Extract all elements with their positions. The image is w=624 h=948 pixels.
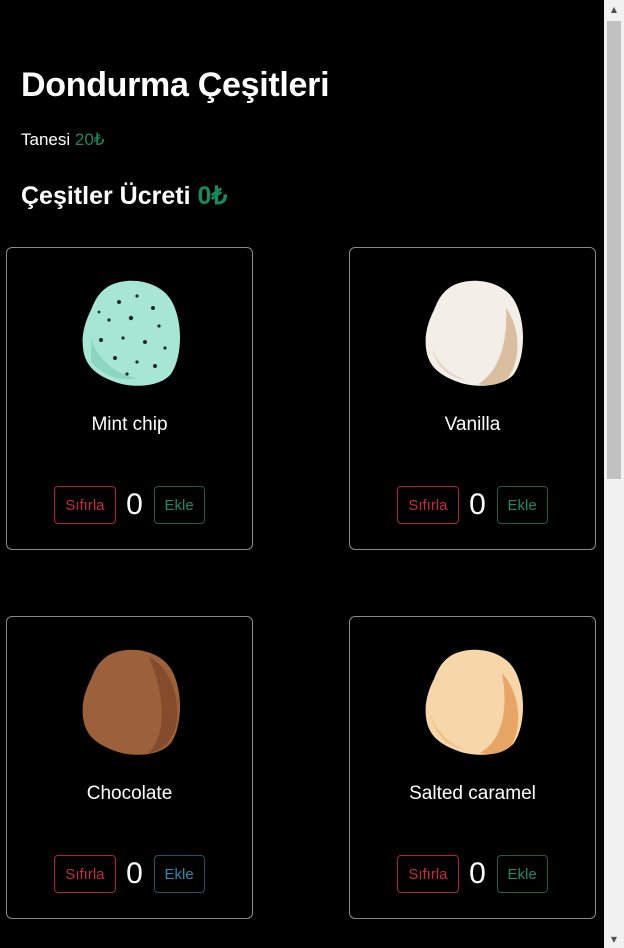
total-price-value: 0₺ (197, 182, 228, 210)
add-button[interactable]: Ekle (496, 855, 548, 893)
reset-button[interactable]: Sıfırla (397, 486, 459, 524)
product-controls: Sıfırla 0 Ekle (7, 485, 252, 525)
scroll-down-arrow-icon[interactable]: ▼ (604, 930, 624, 948)
product-controls: Sıfırla 0 Ekle (350, 485, 595, 525)
mint-chip-scoop-image (82, 280, 180, 386)
product-card-mint-chip: Mint chip Sıfırla 0 Ekle (6, 247, 253, 550)
item-count: 0 (126, 488, 143, 521)
salted-caramel-scoop-image (425, 649, 523, 755)
item-count: 0 (126, 857, 143, 890)
product-name: Vanilla (444, 414, 501, 435)
item-count: 0 (469, 857, 486, 890)
total-price: Çeşitler Ücreti 0₺ (21, 181, 227, 211)
unit-price-label: Tanesi (21, 130, 71, 149)
add-button[interactable]: Ekle (153, 855, 205, 893)
add-button[interactable]: Ekle (153, 486, 205, 524)
scroll-up-arrow-icon[interactable]: ▲ (604, 0, 624, 18)
unit-price: Tanesi 20₺ (21, 130, 105, 150)
chocolate-scoop-image (82, 649, 180, 755)
product-name: Mint chip (91, 414, 168, 435)
reset-button[interactable]: Sıfırla (54, 486, 116, 524)
product-name: Chocolate (86, 783, 173, 804)
reset-button[interactable]: Sıfırla (54, 855, 116, 893)
reset-button[interactable]: Sıfırla (397, 855, 459, 893)
product-card-chocolate: Chocolate Sıfırla 0 Ekle (6, 616, 253, 919)
item-count: 0 (469, 488, 486, 521)
product-controls: Sıfırla 0 Ekle (350, 854, 595, 894)
vertical-scrollbar[interactable]: ▲ ▼ (604, 0, 624, 948)
total-price-label: Çeşitler Ücreti (21, 182, 191, 210)
product-card-salted-caramel: Salted caramel Sıfırla 0 Ekle (349, 616, 596, 919)
add-button[interactable]: Ekle (496, 486, 548, 524)
page: Dondurma Çeşitleri Tanesi 20₺ Çeşitler Ü… (0, 0, 604, 948)
scrollbar-thumb[interactable] (607, 21, 621, 479)
unit-price-value: 20₺ (74, 130, 105, 149)
product-card-vanilla: Vanilla Sıfırla 0 Ekle (349, 247, 596, 550)
product-controls: Sıfırla 0 Ekle (7, 854, 252, 894)
page-title: Dondurma Çeşitleri (21, 66, 330, 104)
vanilla-scoop-image (425, 280, 523, 386)
product-name: Salted caramel (409, 783, 536, 804)
